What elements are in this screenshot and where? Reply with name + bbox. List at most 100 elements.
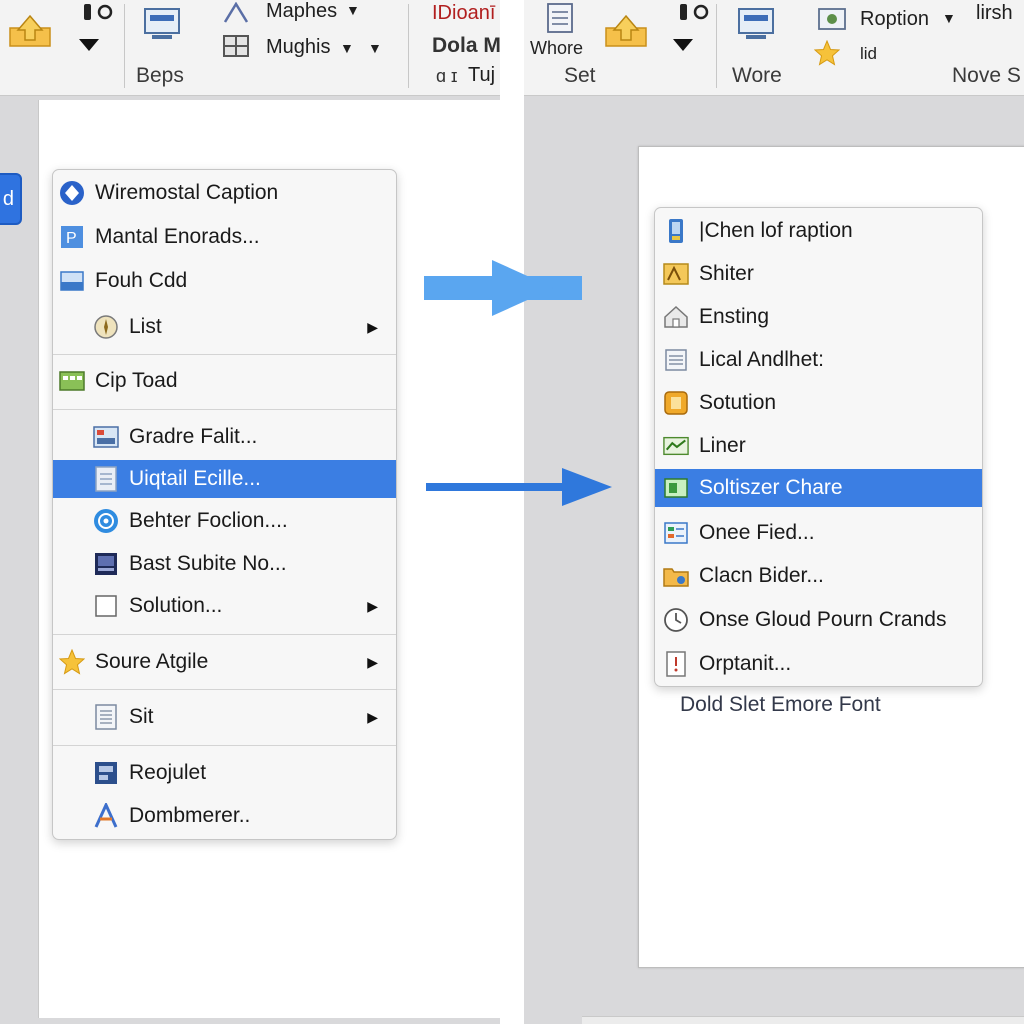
menu-item-liner[interactable]: Liner <box>655 427 982 465</box>
menu-item-uiqtail-ecille[interactable]: Uiqtail Ecille... <box>53 460 396 498</box>
menu-item-reojulet[interactable]: Reojulet <box>53 754 396 792</box>
menu-item-label: Onse Gloud Pourn Crands <box>699 608 947 631</box>
right-ribbon: Whore Set Wore Roption ▼ lid lirsh Nove … <box>524 0 1024 96</box>
arrow-right-light-icon <box>424 260 582 316</box>
menu-item-soltiszer-chare[interactable]: Soltiszer Chare <box>655 469 982 507</box>
ribbon-item-lid[interactable]: lid <box>860 44 877 64</box>
ribbon-group-nove: Nove S <box>952 64 1021 87</box>
menu-item-label: Orptanit... <box>699 652 792 675</box>
menu-item-gradre-falit[interactable]: Gradre Falit... <box>53 418 396 456</box>
arrow-right-dark-icon <box>426 468 612 506</box>
palette-icon <box>663 261 689 287</box>
ribbon-item-idioan[interactable]: IDioanī <box>432 2 495 25</box>
menu-item-label: Bast Subite No... <box>129 552 287 575</box>
roption-dropdown-icon[interactable]: ▼ <box>942 10 956 26</box>
menu-item-dombmerer[interactable]: Dombmerer.. <box>53 797 396 835</box>
ribbon-item-tuj[interactable]: Tuj <box>468 64 495 87</box>
menu-item-label: Wiremostal Caption <box>95 181 279 204</box>
menu-item-clacn-bider[interactable]: Clacn Bider... <box>655 557 982 595</box>
right-window: Whore Set Wore Roption ▼ lid lirsh Nove … <box>524 0 1024 1024</box>
menu-item-lical-andlhet[interactable]: Lical Andlhet: <box>655 341 982 379</box>
pin-icon[interactable] <box>676 2 710 24</box>
diamond-icon <box>59 180 85 206</box>
menu-item-label: Ensting <box>699 305 770 328</box>
menu-item-label: Gradre Falit... <box>129 425 258 448</box>
ribbon-item-lirsh[interactable]: lirsh <box>976 2 1013 25</box>
side-blue-button[interactable]: d <box>0 173 22 225</box>
ribbon-item-dola[interactable]: Dola M <box>432 34 500 58</box>
menu-item-label: Lical Andlhet: <box>699 348 824 371</box>
menu-item-label: Sit <box>129 705 154 728</box>
menu-item-sit[interactable]: Sit ▶ <box>53 698 396 736</box>
menu-item-shiter[interactable]: Shiter <box>655 255 982 293</box>
menu-item-bast-subite-no[interactable]: Bast Subite No... <box>53 545 396 583</box>
menu-item-solution[interactable]: Solution... ▶ <box>53 587 396 625</box>
menu-item-sotution[interactable]: Sotution <box>655 384 982 422</box>
dropdown-arrow-icon[interactable] <box>672 38 694 52</box>
menu-item-cip-toad[interactable]: Cip Toad <box>53 362 396 400</box>
menu-item-orptanit[interactable]: Orptanit... <box>655 645 982 683</box>
menu-item-mantal-enorads[interactable]: P Mantal Enorads... <box>53 218 396 256</box>
ribbon-item-mughis[interactable]: Mughis <box>266 36 330 59</box>
mughis-extra-dropdown-icon[interactable]: ▼ <box>368 40 382 56</box>
ribbon-item-maphes[interactable]: Maphes <box>266 0 337 23</box>
menu-item-label: Liner <box>699 434 746 457</box>
swirl-icon <box>93 508 119 534</box>
toolbar-icon <box>59 368 85 394</box>
menu-item-soure-atgile[interactable]: Soure Atgile ▶ <box>53 643 396 681</box>
ribbon-group-beps: Beps <box>136 64 184 87</box>
left-ribbon: Beps Maphes ▼ Mughis ▼ ▼ IDioanī Dola M … <box>0 0 500 96</box>
menu-item-label: Fouh Cdd <box>95 269 188 292</box>
clock-icon <box>663 607 689 633</box>
screen-dark-icon <box>93 551 119 577</box>
ribbon-group-wore: Wore <box>732 64 782 87</box>
left-window: Beps Maphes ▼ Mughis ▼ ▼ IDioanī Dola M … <box>0 0 500 1024</box>
menu-item-label: Shiter <box>699 262 754 285</box>
grid-icon[interactable] <box>222 34 250 58</box>
mughis-dropdown-icon[interactable]: ▼ <box>340 40 354 56</box>
maphes-dropdown-icon[interactable]: ▼ <box>346 2 360 18</box>
menu-item-label: |Chen lof raption <box>699 219 853 242</box>
notepad-icon[interactable] <box>544 2 576 34</box>
monitor-icon[interactable] <box>736 6 776 42</box>
submenu-arrow-icon: ▶ <box>367 597 378 614</box>
shapes-icon[interactable] <box>222 2 250 24</box>
menu-item-label: Solution... <box>129 594 223 617</box>
tuj-small-icon[interactable]: ɑ ɪ <box>436 66 457 87</box>
star-icon[interactable] <box>814 40 840 66</box>
ribbon-item-whore[interactable]: Whore <box>530 38 583 59</box>
menu-item-onee-fied[interactable]: Onee Fied... <box>655 514 982 552</box>
menu-item-label: List <box>129 315 162 338</box>
menu-item-fouh-cdd[interactable]: Fouh Cdd <box>53 262 396 300</box>
menu-item-onse-gloud-pourn-crands[interactable]: Onse Gloud Pourn Crands <box>655 601 982 639</box>
ribbon-group-set: Set <box>564 64 596 87</box>
menu-item-label: Reojulet <box>129 761 207 784</box>
monitor-icon[interactable] <box>142 6 182 42</box>
panel-gutter <box>500 0 524 1024</box>
menu-item-list[interactable]: List ▶ <box>53 308 396 346</box>
phone-icon <box>663 218 689 244</box>
menu-item-wiremostal-caption[interactable]: Wiremostal Caption <box>53 174 396 212</box>
menu-item-label: Onee Fied... <box>699 521 815 544</box>
folder-up-icon[interactable] <box>8 14 52 48</box>
menu-item-label: Sotution <box>699 391 777 414</box>
picture-frame-icon <box>93 424 119 450</box>
ribbon-item-roption[interactable]: Roption <box>860 8 929 31</box>
menu-item-chen-lof-raption[interactable]: |Chen lof raption <box>655 212 982 250</box>
menu-item-label: Cip Toad <box>95 369 178 392</box>
menu-item-label: Uiqtail Ecille... <box>129 467 261 490</box>
folder-up-icon[interactable] <box>604 14 648 48</box>
gold-box-icon <box>663 390 689 416</box>
menu-item-ensting[interactable]: Ensting <box>655 298 982 336</box>
caption-below-menu: Dold Slet Emore Font <box>680 693 881 716</box>
menu-item-behter-foclion[interactable]: Behter Foclion.... <box>53 502 396 540</box>
checkbox-icon <box>93 593 119 619</box>
pin-icon[interactable] <box>80 2 114 24</box>
image-icon[interactable] <box>818 8 846 30</box>
dropdown-arrow-icon[interactable] <box>78 38 100 52</box>
menu-item-label: Dombmerer.. <box>129 804 251 827</box>
svg-text:P: P <box>66 230 77 247</box>
document-icon <box>93 466 119 492</box>
chart-line-icon <box>663 433 689 459</box>
home-icon <box>663 304 689 330</box>
